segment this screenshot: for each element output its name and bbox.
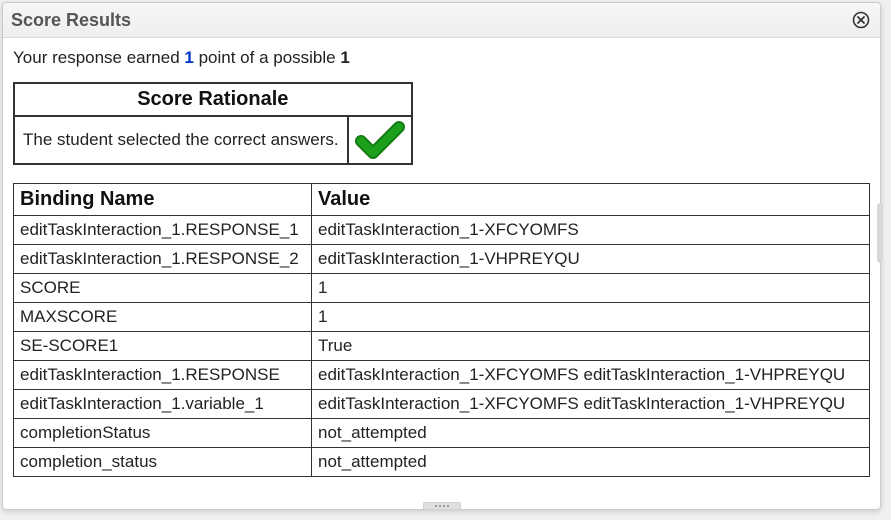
binding-value-cell: editTaskInteraction_1-XFCYOMFS editTaskI… <box>312 361 870 390</box>
close-button[interactable] <box>850 9 872 31</box>
summary-prefix: Your response earned <box>13 48 184 67</box>
table-row: SE-SCORE1True <box>14 332 870 361</box>
panel-title: Score Results <box>11 10 131 31</box>
summary-middle: point of a possible <box>194 48 340 67</box>
rationale-text: The student selected the correct answers… <box>14 116 348 164</box>
panel-header: Score Results <box>3 3 880 38</box>
score-summary: Your response earned 1 point of a possib… <box>13 48 870 68</box>
binding-name-cell: completion_status <box>14 448 312 477</box>
binding-value-cell: not_attempted <box>312 419 870 448</box>
binding-name-cell: editTaskInteraction_1.variable_1 <box>14 390 312 419</box>
score-earned: 1 <box>184 48 193 67</box>
right-scroll-hint[interactable] <box>877 203 883 263</box>
table-row: SCORE1 <box>14 274 870 303</box>
rationale-icon-cell <box>348 116 412 164</box>
binding-name-cell: editTaskInteraction_1.RESPONSE_2 <box>14 245 312 274</box>
rationale-table: Score Rationale The student selected the… <box>13 82 413 165</box>
binding-value-cell: 1 <box>312 303 870 332</box>
col-header-value: Value <box>312 184 870 216</box>
binding-name-cell: SCORE <box>14 274 312 303</box>
binding-value-cell: editTaskInteraction_1-XFCYOMFS <box>312 216 870 245</box>
close-icon <box>852 11 870 29</box>
table-row: MAXSCORE1 <box>14 303 870 332</box>
score-results-panel: Score Results Your response earned 1 poi… <box>2 2 881 510</box>
binding-value-cell: editTaskInteraction_1-XFCYOMFS editTaskI… <box>312 390 870 419</box>
table-row: editTaskInteraction_1.RESPONSEeditTaskIn… <box>14 361 870 390</box>
check-icon <box>355 119 405 161</box>
rationale-header: Score Rationale <box>14 83 412 116</box>
binding-name-cell: completionStatus <box>14 419 312 448</box>
binding-value-cell: not_attempted <box>312 448 870 477</box>
table-row: editTaskInteraction_1.RESPONSE_2editTask… <box>14 245 870 274</box>
table-row: editTaskInteraction_1.variable_1editTask… <box>14 390 870 419</box>
table-row: editTaskInteraction_1.RESPONSE_1editTask… <box>14 216 870 245</box>
binding-value-cell: editTaskInteraction_1-VHPREYQU <box>312 245 870 274</box>
table-row: completionStatusnot_attempted <box>14 419 870 448</box>
binding-value-cell: 1 <box>312 274 870 303</box>
binding-name-cell: editTaskInteraction_1.RESPONSE <box>14 361 312 390</box>
bindings-table: Binding Name Value editTaskInteraction_1… <box>13 183 870 477</box>
col-header-name: Binding Name <box>14 184 312 216</box>
resize-handle[interactable] <box>423 502 461 510</box>
binding-name-cell: MAXSCORE <box>14 303 312 332</box>
binding-name-cell: SE-SCORE1 <box>14 332 312 361</box>
panel-body: Your response earned 1 point of a possib… <box>3 38 880 509</box>
table-row: completion_statusnot_attempted <box>14 448 870 477</box>
binding-name-cell: editTaskInteraction_1.RESPONSE_1 <box>14 216 312 245</box>
score-possible: 1 <box>340 48 349 67</box>
binding-value-cell: True <box>312 332 870 361</box>
bindings-header-row: Binding Name Value <box>14 184 870 216</box>
